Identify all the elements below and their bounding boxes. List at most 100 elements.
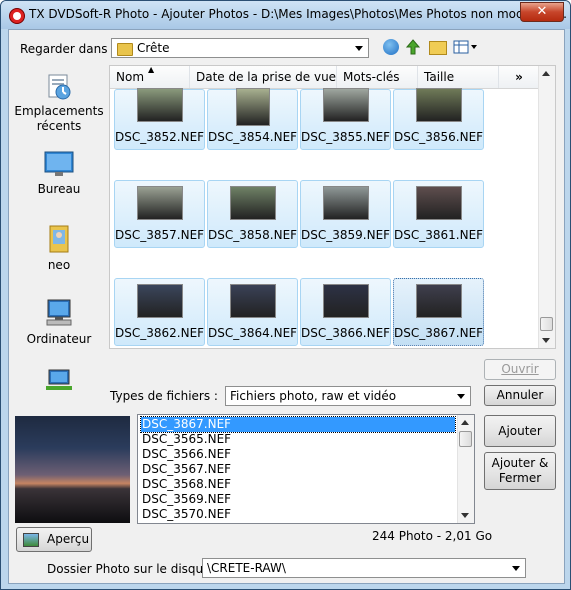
file-tile[interactable]: DSC_3854.NEF <box>207 88 298 150</box>
file-tile[interactable]: DSC_3862.NEF <box>114 278 205 346</box>
computer-icon <box>43 298 75 328</box>
add-button[interactable]: Ajouter <box>484 415 556 447</box>
file-list-scrollbar[interactable] <box>538 66 555 348</box>
chevron-down-icon <box>355 46 363 51</box>
cancel-button[interactable]: Annuler <box>484 385 556 406</box>
photo-thumbnail <box>323 284 369 318</box>
file-name: DSC_3862.NEF <box>115 326 205 340</box>
desktop-icon <box>43 150 75 178</box>
file-name: DSC_3852.NEF <box>115 130 205 144</box>
file-name: DSC_3861.NEF <box>394 228 484 242</box>
file-name: DSC_3857.NEF <box>115 228 205 242</box>
photo-thumbnail <box>230 284 276 318</box>
place-recent-label: Emplacements récents <box>14 104 104 133</box>
dialog-window: TX DVDSoft-R Photo - Ajouter Photos - D:… <box>0 0 571 590</box>
scroll-up-icon[interactable] <box>542 71 550 76</box>
place-computer[interactable]: Ordinateur <box>9 298 109 347</box>
list-item[interactable]: DSC_3567.NEF <box>141 462 455 477</box>
disk-folder-combo[interactable]: \CRETE-RAW\ <box>202 558 526 578</box>
places-bar: Emplacements récents Bureau neo Ordinate… <box>9 66 109 396</box>
file-tile-selected[interactable]: DSC_3867.NEF <box>393 278 484 346</box>
column-keywords[interactable]: Mots-clés <box>337 66 418 88</box>
lookin-combo[interactable]: Crête <box>111 38 369 58</box>
chevron-down-icon <box>457 394 465 399</box>
file-tile[interactable]: DSC_3856.NEF <box>393 88 484 150</box>
new-folder-icon[interactable] <box>429 41 447 55</box>
list-item[interactable]: DSC_3867.NEF <box>140 416 456 433</box>
file-name: DSC_3859.NEF <box>301 228 391 242</box>
scroll-thumb[interactable] <box>540 317 553 331</box>
network-icon <box>43 366 75 396</box>
sort-up-icon: ▲ <box>148 65 155 74</box>
preview-toggle-label: Aperçu <box>47 532 90 546</box>
more-columns-button[interactable]: » <box>499 66 539 88</box>
open-button-label: Ouvrir <box>501 362 539 376</box>
file-name: DSC_3854.NEF <box>208 130 298 144</box>
file-tile[interactable]: DSC_3858.NEF <box>207 180 298 248</box>
list-scrollbar[interactable] <box>457 415 474 523</box>
photo-thumbnail <box>137 186 183 220</box>
file-name: DSC_3855.NEF <box>301 130 391 144</box>
file-tile[interactable]: DSC_3855.NEF <box>300 88 391 150</box>
list-item[interactable]: DSC_3570.NEF <box>141 507 455 522</box>
column-size[interactable]: Taille <box>418 66 499 88</box>
place-computer-label: Ordinateur <box>26 332 92 346</box>
photo-thumbnail <box>416 186 462 220</box>
photo-thumbnail <box>416 88 462 122</box>
scroll-up-icon[interactable] <box>461 420 469 425</box>
close-button[interactable]: ✕ <box>520 2 564 22</box>
file-name: DSC_3858.NEF <box>208 228 298 242</box>
window-title: TX DVDSoft-R Photo - Ajouter Photos - D:… <box>29 7 567 21</box>
photo-thumbnail <box>137 284 183 318</box>
add-and-close-button[interactable]: Ajouter & Fermer <box>484 452 556 490</box>
column-name[interactable]: Nom ▲ <box>110 66 190 88</box>
preview-toggle-button[interactable]: Aperçu <box>16 527 92 552</box>
column-date[interactable]: Date de la prise de vue <box>190 66 337 88</box>
back-icon[interactable] <box>383 39 399 55</box>
place-recent[interactable]: Emplacements récents <box>9 73 109 134</box>
chevron-down-icon <box>512 566 520 571</box>
photo-preview <box>15 416 130 523</box>
selected-files-list[interactable]: DSC_3867.NEF DSC_3565.NEF DSC_3566.NEF D… <box>137 414 475 524</box>
file-tile[interactable]: DSC_3852.NEF <box>114 88 205 150</box>
user-folder-icon <box>45 224 73 254</box>
place-network[interactable] <box>9 366 109 396</box>
list-item[interactable]: DSC_3566.NEF <box>141 447 455 462</box>
photo-thumbnail <box>236 88 270 126</box>
disk-folder-label: Dossier Photo sur le disque : <box>47 562 219 576</box>
open-button[interactable]: Ouvrir <box>484 359 556 380</box>
file-tile[interactable]: DSC_3861.NEF <box>393 180 484 248</box>
file-tile[interactable]: DSC_3859.NEF <box>300 180 391 248</box>
scroll-down-icon[interactable] <box>542 338 550 343</box>
place-desktop-label: Bureau <box>37 182 81 196</box>
column-header: Nom ▲ Date de la prise de vue Mots-clés … <box>110 66 539 89</box>
recent-places-icon <box>45 73 73 101</box>
disk-folder-value: \CRETE-RAW\ <box>207 561 286 575</box>
summary-text: 244 Photo - 2,01 Go <box>372 529 493 543</box>
photo-thumbnail <box>323 186 369 220</box>
list-item[interactable]: DSC_3565.NEF <box>141 432 455 447</box>
photo-thumbnail <box>416 284 462 318</box>
lookin-value: Crête <box>137 41 170 55</box>
app-logo-icon <box>9 8 25 24</box>
lookin-label: Regarder dans : <box>20 42 116 56</box>
dialog-body: Regarder dans : Crête Emplacements récen… <box>8 29 565 584</box>
file-name: DSC_3856.NEF <box>394 130 484 144</box>
up-folder-icon[interactable] <box>405 39 421 55</box>
place-user[interactable]: neo <box>9 224 109 273</box>
list-item[interactable]: DSC_3568.NEF <box>141 477 455 492</box>
view-menu-icon[interactable] <box>453 39 479 55</box>
photo-thumbnail <box>230 186 276 220</box>
file-list-view[interactable]: Nom ▲ Date de la prise de vue Mots-clés … <box>109 65 556 349</box>
title-bar[interactable]: TX DVDSoft-R Photo - Ajouter Photos - D:… <box>1 1 570 29</box>
file-tile[interactable]: DSC_3857.NEF <box>114 180 205 248</box>
place-desktop[interactable]: Bureau <box>9 150 109 197</box>
folder-icon <box>117 43 133 56</box>
list-item[interactable]: DSC_3569.NEF <box>141 492 455 507</box>
scroll-thumb[interactable] <box>459 431 472 447</box>
filetype-label: Types de fichiers : <box>110 389 218 403</box>
filetype-combo[interactable]: Fichiers photo, raw et vidéo <box>225 386 471 406</box>
file-tile[interactable]: DSC_3866.NEF <box>300 278 391 346</box>
file-tile[interactable]: DSC_3864.NEF <box>207 278 298 346</box>
scroll-down-icon[interactable] <box>461 513 469 518</box>
